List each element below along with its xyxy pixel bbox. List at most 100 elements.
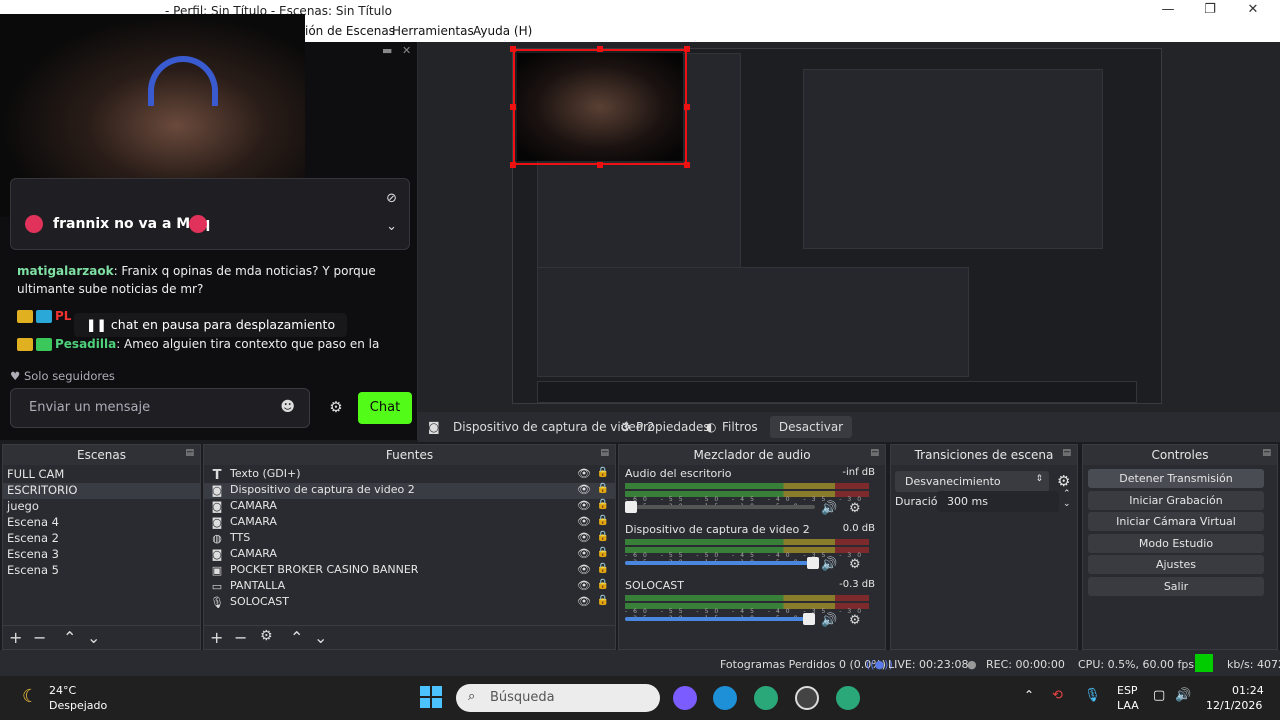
selection-box[interactable]: [513, 49, 687, 165]
language-indicator-sub[interactable]: LAA: [1117, 699, 1139, 712]
resize-handle[interactable]: [684, 46, 690, 52]
resize-handle[interactable]: [510, 46, 516, 52]
studio-mode-button[interactable]: Modo Estudio: [1088, 534, 1264, 553]
chat-username[interactable]: matigalarzaok: [17, 264, 114, 278]
dock-menu-icon[interactable]: ▤: [870, 448, 879, 458]
dock-close-icon[interactable]: ✕: [402, 44, 411, 57]
filters-button[interactable]: Filtros: [722, 420, 758, 434]
chat-username[interactable]: Pesadilla: [55, 337, 116, 351]
source-properties-button[interactable]: ⚙: [260, 628, 273, 644]
dock-menu-icon[interactable]: ▤: [1062, 448, 1071, 458]
weather-desc[interactable]: Despejado: [49, 699, 107, 712]
move-up-button[interactable]: ⌃: [290, 628, 303, 647]
minimize-button[interactable]: —: [1153, 2, 1183, 20]
mic-icon[interactable]: 🎙: [1084, 688, 1101, 703]
eye-icon[interactable]: 👁: [577, 595, 591, 608]
scene-item[interactable]: FULL CAM: [3, 467, 200, 483]
fader-knob[interactable]: [807, 557, 819, 569]
fader-knob[interactable]: [803, 613, 816, 625]
close-button[interactable]: ✕: [1238, 2, 1268, 20]
emote-icon[interactable]: ☻: [280, 399, 295, 415]
gear-icon[interactable]: ⚙: [326, 398, 346, 418]
source-item[interactable]: 🎙 SOLOCAST 👁 🔒: [204, 595, 615, 611]
resize-handle[interactable]: [684, 162, 690, 168]
eye-icon[interactable]: 👁: [577, 515, 591, 528]
add-source-button[interactable]: +: [210, 628, 223, 647]
speaker-icon[interactable]: 🔊: [821, 613, 837, 628]
add-scene-button[interactable]: +: [9, 628, 22, 647]
lock-icon[interactable]: 🔒: [597, 483, 609, 494]
start-recording-button[interactable]: Iniciar Grabación: [1088, 491, 1264, 510]
source-item[interactable]: ◙ CAMARA 👁 🔒: [204, 515, 615, 531]
scene-item[interactable]: Escena 5: [3, 563, 200, 579]
menu-tools[interactable]: Herramientas: [392, 24, 474, 38]
source-item[interactable]: ◍ TTS 👁 🔒: [204, 531, 615, 547]
volume-icon[interactable]: 🔊: [1175, 688, 1191, 703]
gear-icon[interactable]: ⚙: [849, 613, 861, 628]
edge-icon[interactable]: [713, 686, 737, 710]
source-item[interactable]: ◙ CAMARA 👁 🔒: [204, 499, 615, 515]
move-up-button[interactable]: ⌃: [63, 628, 76, 647]
source-item[interactable]: ◙ Dispositivo de captura de video 2 👁 🔒: [204, 483, 615, 499]
eye-icon[interactable]: 👁: [577, 467, 591, 480]
settings-button[interactable]: Ajustes: [1088, 555, 1264, 574]
clock-date[interactable]: 12/1/2026: [1206, 699, 1262, 712]
source-item[interactable]: ▭ PANTALLA 👁 🔒: [204, 579, 615, 595]
resize-handle[interactable]: [510, 104, 516, 110]
scene-item[interactable]: ESCRITORIO: [3, 483, 200, 499]
remove-scene-button[interactable]: −: [33, 628, 46, 647]
taskbar-search[interactable]: ⌕ Búsqueda: [456, 684, 660, 712]
source-item[interactable]: ◙ CAMARA 👁 🔒: [204, 547, 615, 563]
hide-icon[interactable]: ⊘: [386, 191, 397, 206]
lock-icon[interactable]: 🔒: [597, 595, 609, 606]
speaker-icon[interactable]: 🔊: [821, 557, 837, 572]
dock-float-icon[interactable]: ▬: [382, 44, 392, 57]
scene-item[interactable]: Escena 4: [3, 515, 200, 531]
volume-fader[interactable]: [625, 557, 819, 569]
resize-handle[interactable]: [597, 46, 603, 52]
exit-button[interactable]: Salir: [1088, 577, 1264, 596]
stop-streaming-button[interactable]: Detener Transmisión: [1088, 469, 1264, 488]
edge-dev-icon[interactable]: [836, 686, 860, 710]
chat-send-button[interactable]: Chat: [358, 392, 412, 424]
start-button[interactable]: [420, 686, 442, 708]
lock-icon[interactable]: 🔒: [597, 531, 609, 542]
lock-icon[interactable]: 🔒: [597, 515, 609, 526]
gear-icon[interactable]: ⚙: [849, 557, 861, 572]
gear-icon[interactable]: ⚙: [849, 501, 861, 516]
start-virtual-camera-button[interactable]: Iniciar Cámara Virtual: [1088, 512, 1264, 531]
fader-knob[interactable]: [624, 501, 637, 513]
resize-handle[interactable]: [597, 162, 603, 168]
lock-icon[interactable]: 🔒: [597, 467, 609, 478]
speaker-icon[interactable]: 🔊: [821, 501, 837, 516]
chat-paused-notice[interactable]: ❚❚ chat en pausa para desplazamiento: [74, 313, 348, 337]
obs-icon[interactable]: [795, 686, 819, 710]
eye-icon[interactable]: 👁: [577, 483, 591, 496]
lock-icon[interactable]: 🔒: [597, 579, 609, 590]
eye-icon[interactable]: 👁: [577, 547, 591, 560]
volume-fader[interactable]: [625, 613, 816, 625]
remove-source-button[interactable]: −: [234, 628, 247, 647]
scene-item[interactable]: Escena 2: [3, 531, 200, 547]
dock-menu-icon[interactable]: ▤: [185, 448, 194, 458]
menu-scene-collection[interactable]: ión de Escenas: [305, 24, 395, 38]
duration-input[interactable]: 300 ms: [937, 491, 1059, 512]
scene-item[interactable]: Escena 3: [3, 547, 200, 563]
deactivate-button[interactable]: Desactivar: [770, 416, 852, 438]
volume-fader[interactable]: [624, 501, 815, 513]
eye-icon[interactable]: 👁: [577, 531, 591, 544]
resize-handle[interactable]: [684, 104, 690, 110]
language-indicator[interactable]: ESP: [1117, 684, 1138, 697]
maximize-button[interactable]: ❐: [1195, 2, 1225, 20]
dock-menu-icon[interactable]: ▤: [600, 448, 609, 458]
chevron-down-icon[interactable]: ⌄: [386, 219, 397, 234]
chat-username[interactable]: PL: [55, 309, 71, 323]
dock-menu-icon[interactable]: ▤: [1262, 448, 1271, 458]
chat-input[interactable]: Enviar un mensaje ☻: [10, 388, 310, 428]
source-item[interactable]: T Texto (GDI+) 👁 🔒: [204, 467, 615, 483]
edge-dev-icon[interactable]: [754, 686, 778, 710]
gear-icon[interactable]: ⚙: [1057, 472, 1070, 490]
chevron-up-icon[interactable]: ⌃: [1024, 688, 1034, 702]
lock-icon[interactable]: 🔒: [597, 547, 609, 558]
lock-icon[interactable]: 🔒: [597, 499, 609, 510]
